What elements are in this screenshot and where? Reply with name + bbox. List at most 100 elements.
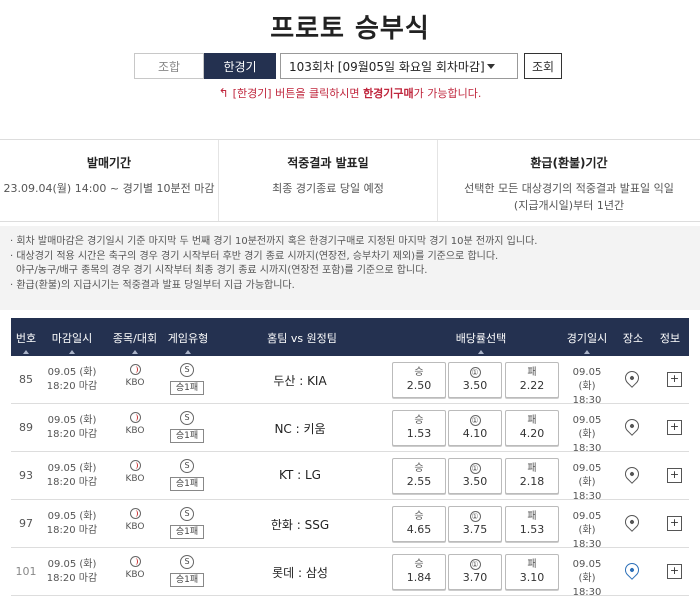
return-arrow-icon: ↰	[218, 86, 229, 100]
odds-draw-button[interactable]: ① 3.50	[448, 362, 502, 398]
info-result-date: 적중결과 발표일 최종 경기종료 당일 예정	[219, 140, 438, 221]
col-venue: 장소	[622, 332, 644, 345]
venue-pin-icon[interactable]	[622, 512, 642, 532]
table-row: 101 09.05 (화) 18:20 마감 KBO S 승1패 롯데 : 삼성 승…	[11, 548, 689, 598]
special-icon: S	[180, 555, 194, 569]
table-header: 번호 마감일시 종목/대회 게임유형 홈팀 vs 원정팀 배당률선택 경기일시 …	[11, 318, 689, 356]
sort-arrow-icon	[132, 350, 138, 354]
notes-box: · 회차 발매마감은 경기일시 기준 마지막 두 번째 경기 10분전까지 혹은…	[0, 226, 700, 310]
plus-icon: +	[667, 468, 682, 483]
round-select[interactable]: 103회차 [09월05일 화요일 회차마감]	[280, 53, 518, 79]
sport-league: KBO	[121, 556, 149, 580]
odds-draw-button[interactable]: ① 3.50	[448, 458, 502, 494]
type-badge: 승1패	[170, 381, 204, 395]
odds-lose-button[interactable]: 패 4.20	[505, 410, 559, 446]
game-type: S 승1패	[169, 555, 205, 587]
col-teams: 홈팀 vs 원정팀	[267, 332, 337, 345]
info-refund-period: 환급(환불)기간 선택한 모든 대상경기의 적중결과 발표일 익일(지급개시일)…	[438, 140, 700, 221]
info-plus-button[interactable]: +	[667, 516, 685, 531]
odds-win-button[interactable]: 승 2.55	[392, 458, 446, 494]
game-date: 09.05 (화) 18:30	[572, 415, 602, 454]
teams: NC : 키움	[274, 422, 326, 436]
odds-lose-button[interactable]: 패 1.53	[505, 506, 559, 542]
game-date: 09.05 (화) 18:30	[572, 511, 602, 550]
odds-win-button[interactable]: 승 1.53	[392, 410, 446, 446]
search-button[interactable]: 조회	[524, 53, 562, 79]
col-type[interactable]: 게임유형	[163, 330, 213, 354]
special-icon: S	[180, 459, 194, 473]
deadline: 09.05 (화) 18:20 마감	[46, 415, 98, 440]
teams: 한화 : SSG	[270, 518, 330, 532]
baseball-icon	[129, 460, 141, 471]
game-no: 89	[19, 421, 33, 434]
special-icon: S	[180, 411, 194, 425]
game-no: 97	[19, 517, 33, 530]
tab-single-game[interactable]: 한경기	[204, 53, 276, 79]
venue-pin-icon[interactable]	[622, 368, 642, 388]
game-no: 85	[19, 373, 33, 386]
baseball-icon	[129, 508, 141, 519]
notice-highlight: 한경기구매	[363, 87, 414, 100]
col-game-date[interactable]: 경기일시	[563, 330, 611, 354]
sort-arrow-icon	[23, 350, 29, 354]
plus-icon: +	[667, 516, 682, 531]
type-badge: 승1패	[170, 429, 204, 443]
deadline: 09.05 (화) 18:20 마감	[46, 367, 98, 392]
col-odds[interactable]: 배당률선택	[431, 330, 531, 354]
tab-combo[interactable]: 조합	[134, 53, 204, 79]
notice-prefix: [한경기] 버튼을 클릭하시면	[232, 87, 364, 100]
sort-arrow-icon	[185, 350, 191, 354]
sort-arrow-icon	[69, 350, 75, 354]
game-type: S 승1패	[169, 507, 205, 539]
sport-league: KBO	[121, 508, 149, 532]
controls-bar: 조합 한경기 103회차 [09월05일 화요일 회차마감] 조회	[134, 53, 562, 79]
odds-lose-button[interactable]: 패 2.18	[505, 458, 559, 494]
type-badge: 승1패	[170, 573, 204, 587]
teams: 롯데 : 삼성	[272, 566, 328, 580]
info-heading: 발매기간	[86, 156, 132, 170]
info-plus-button[interactable]: +	[667, 420, 685, 435]
teams: KT : LG	[279, 468, 321, 482]
note-line: · 회차 발매마감은 경기일시 기준 마지막 두 번째 경기 10분전까지 혹은…	[10, 236, 538, 247]
info-plus-button[interactable]: +	[667, 468, 685, 483]
deadline: 09.05 (화) 18:20 마감	[46, 511, 98, 536]
table-row: 89 09.05 (화) 18:20 마감 KBO S 승1패 NC : 키움 승1…	[11, 404, 689, 454]
col-info: 정보	[659, 332, 681, 345]
odds-win-button[interactable]: 승 1.84	[392, 554, 446, 590]
sort-arrow-icon	[584, 350, 590, 354]
info-plus-button[interactable]: +	[667, 372, 685, 387]
venue-pin-icon[interactable]	[622, 560, 642, 580]
sort-arrow-icon	[478, 350, 484, 354]
odds-lose-button[interactable]: 패 3.10	[505, 554, 559, 590]
odds-draw-button[interactable]: ① 3.70	[448, 554, 502, 590]
col-no[interactable]: 번호	[11, 330, 41, 354]
note-line: 야구/농구/배구 종목의 경우 경기 시작부터 최종 경기 종료 시까지(연장전…	[16, 265, 428, 276]
odds-win-button[interactable]: 승 2.50	[392, 362, 446, 398]
venue-pin-icon[interactable]	[622, 416, 642, 436]
note-line: · 환급(환불)의 지급시기는 적중결과 발표 당일부터 지급 가능합니다.	[10, 279, 295, 291]
type-badge: 승1패	[170, 477, 204, 491]
odds-lose-button[interactable]: 패 2.22	[505, 362, 559, 398]
round-select-value: 103회차 [09월05일 화요일 회차마감]	[289, 59, 485, 74]
odds-draw-button[interactable]: ① 3.75	[448, 506, 502, 542]
odds-win-button[interactable]: 승 4.65	[392, 506, 446, 542]
game-date: 09.05 (화) 18:30	[572, 463, 602, 502]
deadline: 09.05 (화) 18:20 마감	[46, 559, 98, 584]
sport-league: KBO	[121, 364, 149, 388]
info-plus-button[interactable]: +	[667, 564, 685, 579]
notice-suffix: 가 가능합니다.	[413, 87, 482, 100]
col-deadline[interactable]: 마감일시	[43, 330, 101, 354]
game-type: S 승1패	[169, 411, 205, 443]
deadline: 09.05 (화) 18:20 마감	[46, 463, 98, 488]
venue-pin-icon[interactable]	[622, 464, 642, 484]
baseball-icon	[129, 364, 141, 375]
sale-info-panel: 발매기간 23.09.04(월) 14:00 ~ 경기별 10분전 마감 적중결…	[0, 139, 700, 222]
baseball-icon	[129, 556, 141, 567]
info-body: 선택한 모든 대상경기의 적중결과 발표일 익일(지급개시일)부터 1년간	[464, 182, 674, 212]
single-game-notice: ↰ [한경기] 버튼을 클릭하시면 한경기구매가 가능합니다.	[0, 85, 700, 101]
odds-draw-button[interactable]: ① 4.10	[448, 410, 502, 446]
table-row: 97 09.05 (화) 18:20 마감 KBO S 승1패 한화 : SSG 승…	[11, 500, 689, 550]
game-no: 101	[15, 565, 37, 578]
col-sport[interactable]: 종목/대회	[105, 330, 165, 354]
special-icon: S	[180, 363, 194, 377]
